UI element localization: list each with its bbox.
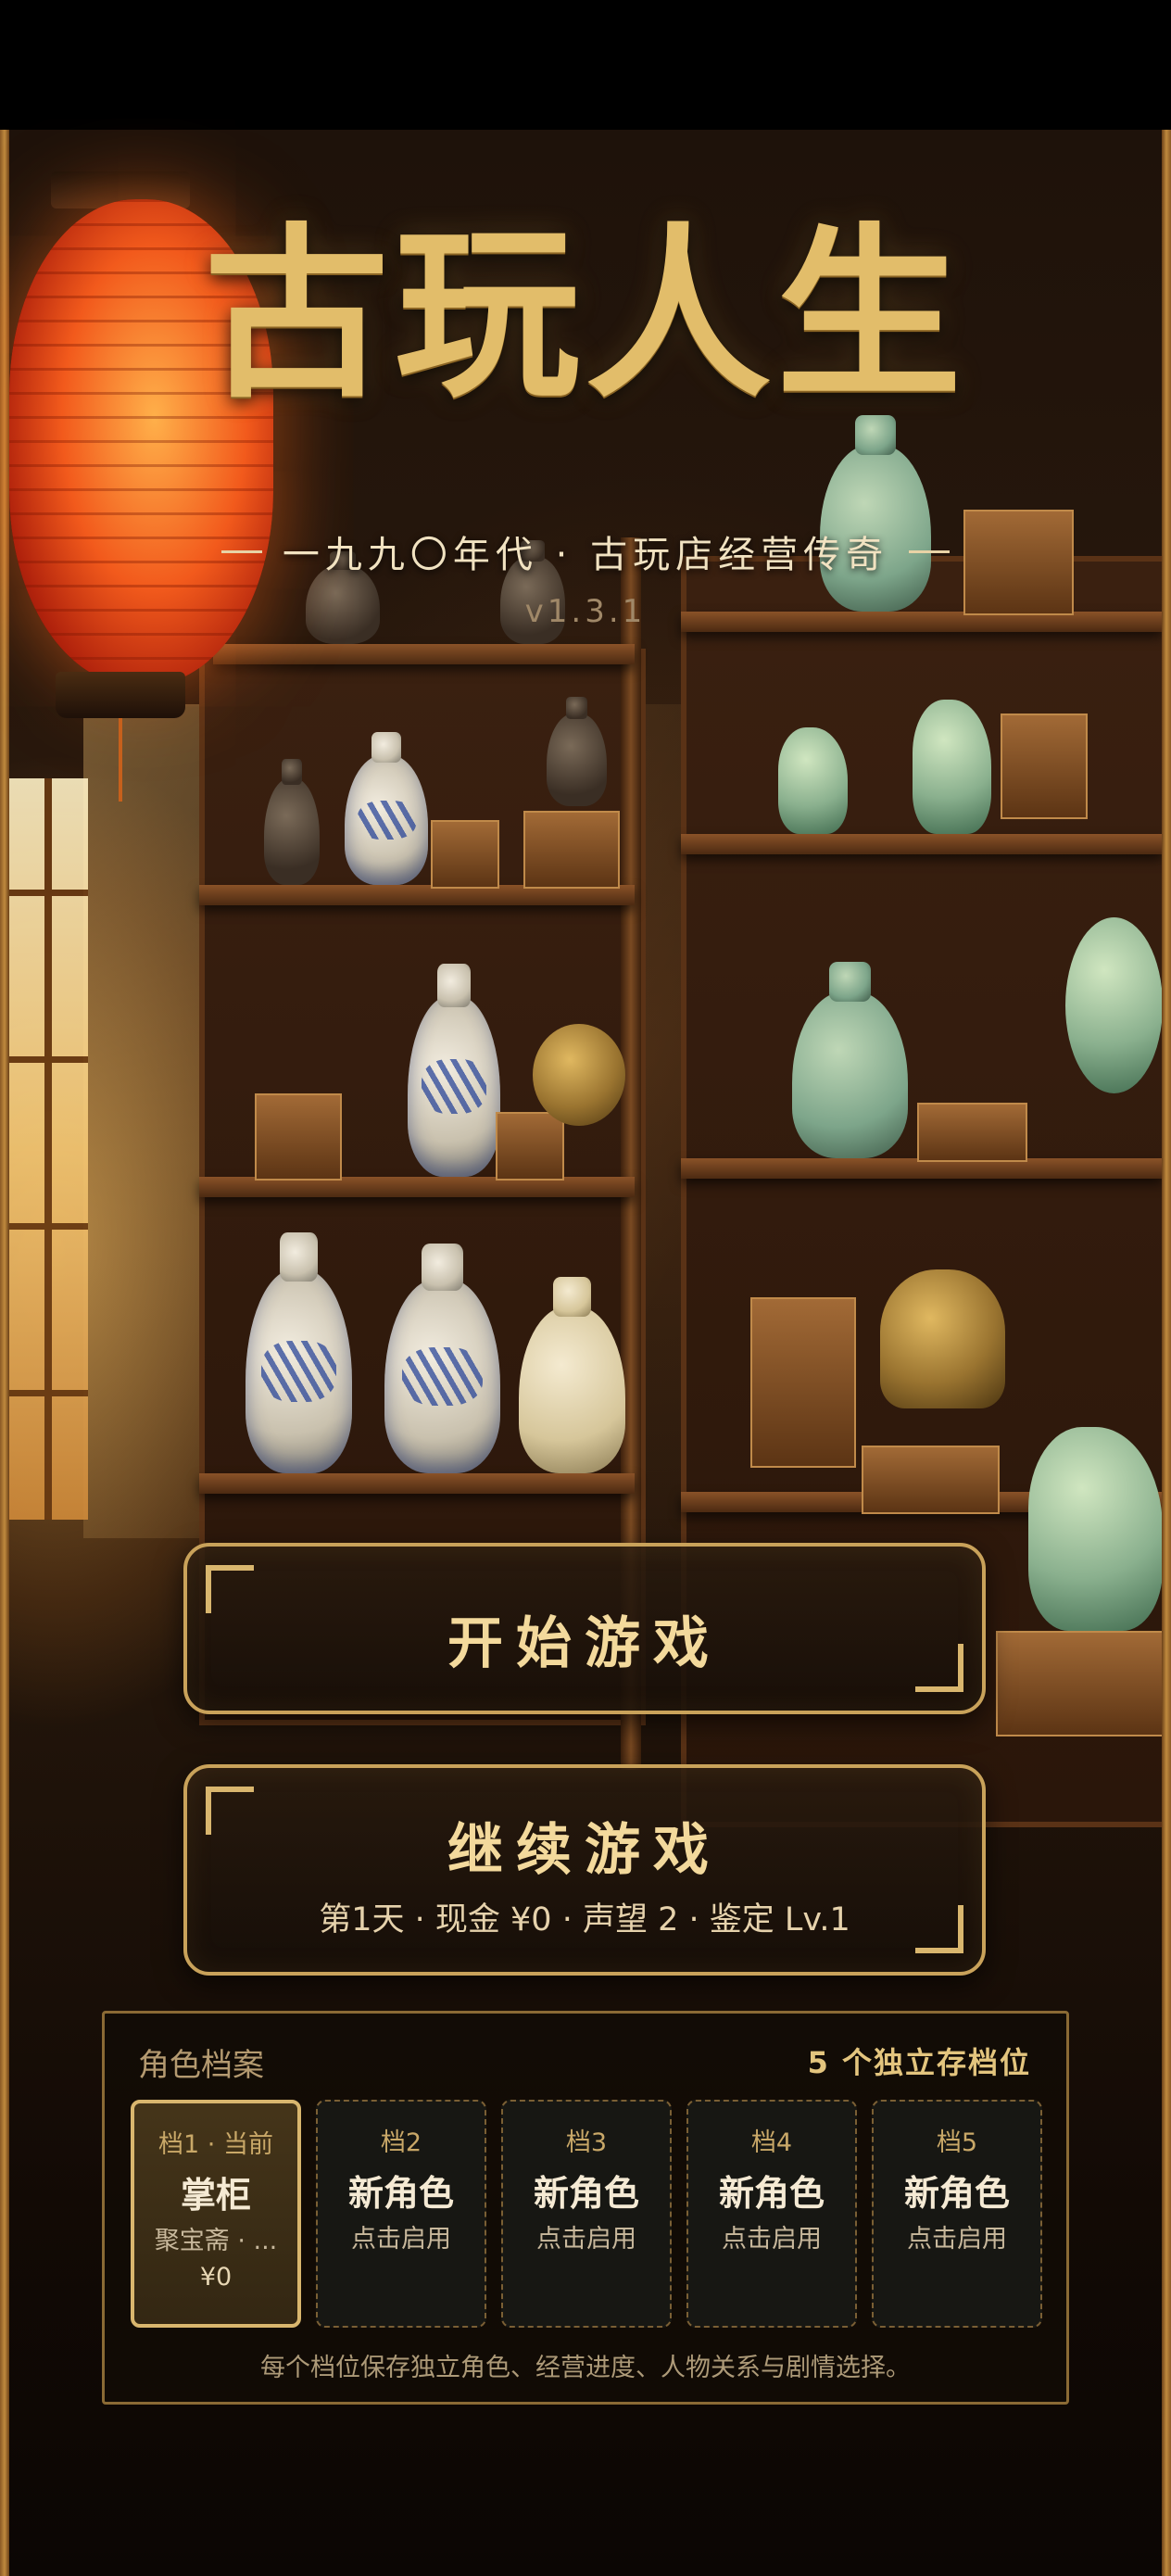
top-bar bbox=[0, 0, 1171, 130]
profile-panel-note: 每个档位保存独立角色、经营进度、人物关系与剧情选择。 bbox=[260, 2354, 911, 2382]
lantern-tassel bbox=[119, 718, 122, 802]
slot-label: 档2 bbox=[380, 2128, 422, 2157]
slot-hint: 点击启用 bbox=[722, 2225, 822, 2254]
save-slot-2[interactable]: 档2 新角色 点击启用 bbox=[316, 2100, 486, 2328]
blue-white-vase bbox=[384, 1244, 500, 1473]
slot-hint: 点击启用 bbox=[907, 2225, 1007, 2254]
slot-character-name: 新角色 bbox=[718, 2173, 825, 2214]
slot-label: 档1 · 当前 bbox=[158, 2130, 273, 2159]
wooden-stand bbox=[917, 1103, 1027, 1162]
window-mullion bbox=[9, 1223, 88, 1230]
window-mullion bbox=[9, 1056, 88, 1063]
profile-panel-title: 角色档案 bbox=[138, 2047, 264, 2084]
carved-stand bbox=[996, 1631, 1166, 1736]
save-slot-1[interactable]: 档1 · 当前 掌柜 聚宝斋 · ... ¥0 bbox=[131, 2100, 301, 2328]
shelf bbox=[213, 644, 635, 664]
lantern-base bbox=[56, 672, 185, 718]
slot-hint: 点击启用 bbox=[536, 2225, 636, 2254]
slot-cash: ¥0 bbox=[199, 2263, 233, 2292]
save-slot-5[interactable]: 档5 新角色 点击启用 bbox=[872, 2100, 1042, 2328]
start-game-label: 开始游戏 bbox=[447, 1611, 722, 1676]
jade-dragon bbox=[1028, 1427, 1163, 1631]
save-slot-4[interactable]: 档4 新角色 点击启用 bbox=[686, 2100, 857, 2328]
subtitle-dash bbox=[220, 549, 262, 553]
slot-hint: 点击启用 bbox=[351, 2225, 451, 2254]
bronze-mirror bbox=[533, 1024, 625, 1126]
game-title: 古玩人生 bbox=[203, 206, 967, 423]
save-slot-3[interactable]: 档3 新角色 点击启用 bbox=[501, 2100, 672, 2328]
slot-detail: 聚宝斋 · ... bbox=[154, 2227, 278, 2255]
continue-game-button[interactable]: 继续游戏 第1天 · 现金 ¥0 · 声望 2 · 鉴定 Lv.1 bbox=[183, 1764, 986, 1976]
scroll-panel bbox=[750, 1297, 856, 1468]
vase bbox=[264, 759, 320, 885]
wooden-stand bbox=[862, 1446, 1000, 1514]
slot-character-name: 新角色 bbox=[533, 2173, 639, 2214]
continue-save-summary: 第1天 · 现金 ¥0 · 声望 2 · 鉴定 Lv.1 bbox=[319, 1901, 850, 1938]
subtitle-row: 一九九〇年代 · 古玩店经营传奇 bbox=[0, 524, 1171, 579]
wooden-box bbox=[255, 1093, 342, 1181]
profile-slot-count: 5 个独立存档位 bbox=[807, 2045, 1031, 2080]
vase bbox=[547, 697, 607, 806]
frame-border-left bbox=[0, 130, 9, 2576]
blue-white-vase bbox=[246, 1232, 352, 1473]
corner-ornament-icon bbox=[915, 1905, 963, 1953]
blue-white-vase bbox=[345, 731, 428, 885]
bronze-censer bbox=[880, 1269, 1005, 1408]
celadon-vase bbox=[792, 961, 908, 1158]
slot-label: 档5 bbox=[936, 2128, 978, 2157]
slot-character-name: 掌柜 bbox=[180, 2175, 251, 2216]
frame-border-right bbox=[1162, 130, 1171, 2576]
wooden-box bbox=[523, 811, 620, 889]
start-game-button[interactable]: 开始游戏 bbox=[183, 1543, 986, 1714]
jade-carving bbox=[778, 727, 848, 834]
window-mullion bbox=[9, 890, 88, 896]
cream-vase bbox=[519, 1276, 625, 1473]
continue-game-label: 继续游戏 bbox=[447, 1818, 722, 1883]
version-label: v1.3.1 bbox=[524, 593, 647, 630]
shelf bbox=[199, 1473, 635, 1494]
slot-character-name: 新角色 bbox=[903, 2173, 1010, 2214]
slot-character-name: 新角色 bbox=[347, 2173, 454, 2214]
subtitle-dash bbox=[909, 549, 951, 553]
jade-carving bbox=[913, 700, 991, 834]
wooden-box bbox=[1001, 713, 1088, 819]
lattice-window bbox=[9, 778, 88, 1520]
window-mullion bbox=[9, 1390, 88, 1396]
corner-ornament-icon bbox=[915, 1644, 963, 1692]
jade-disc bbox=[1065, 917, 1163, 1093]
wooden-box bbox=[496, 1112, 564, 1181]
slot-label: 档3 bbox=[565, 2128, 608, 2157]
wooden-box bbox=[431, 820, 499, 889]
shelf bbox=[681, 834, 1163, 854]
slot-label: 档4 bbox=[750, 2128, 793, 2157]
game-subtitle: 一九九〇年代 · 古玩店经营传奇 bbox=[282, 534, 889, 576]
profile-panel: 角色档案 5 个独立存档位 档1 · 当前 掌柜 聚宝斋 · ... ¥0 档2… bbox=[102, 2011, 1069, 2405]
blue-white-vase bbox=[408, 963, 500, 1177]
